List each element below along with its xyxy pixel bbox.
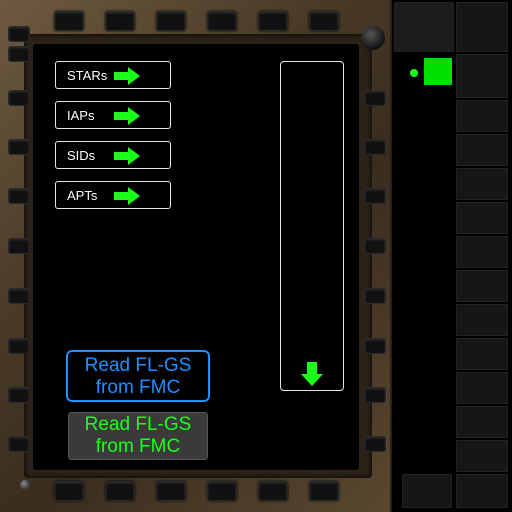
status-led bbox=[410, 69, 418, 77]
side-key-r12[interactable] bbox=[456, 440, 508, 472]
read-fl-gs-button-inactive[interactable]: Read FL-GS from FMC bbox=[68, 412, 208, 460]
left-side-key-top-2[interactable] bbox=[8, 46, 30, 62]
side-key-r8[interactable] bbox=[456, 304, 508, 336]
bottom-bezel-key-5[interactable] bbox=[258, 481, 288, 501]
right-side-key-2[interactable] bbox=[364, 139, 386, 155]
left-side-key-4[interactable] bbox=[8, 238, 30, 254]
bezel-screw bbox=[20, 480, 30, 490]
down-arrow-icon[interactable] bbox=[301, 362, 323, 386]
sids-button[interactable]: SIDs bbox=[55, 141, 171, 169]
bottom-bezel-key-3[interactable] bbox=[156, 481, 186, 501]
top-bezel-key-5[interactable] bbox=[258, 11, 288, 31]
side-key-bottom-left[interactable] bbox=[402, 474, 452, 508]
right-side-key-7[interactable] bbox=[364, 387, 386, 403]
side-key-r4[interactable] bbox=[456, 168, 508, 200]
top-bezel-key-2[interactable] bbox=[105, 11, 135, 31]
side-key-r3[interactable] bbox=[456, 134, 508, 166]
right-side-key-1[interactable] bbox=[364, 90, 386, 106]
left-side-key-7[interactable] bbox=[8, 387, 30, 403]
right-side-key-6[interactable] bbox=[364, 338, 386, 354]
right-side-key-5[interactable] bbox=[364, 288, 386, 304]
brightness-knob[interactable] bbox=[361, 26, 385, 50]
side-key-r6[interactable] bbox=[456, 236, 508, 268]
sids-label: SIDs bbox=[67, 147, 96, 163]
side-key-r10[interactable] bbox=[456, 372, 508, 404]
side-key-r5[interactable] bbox=[456, 202, 508, 234]
bottom-bezel-key-1[interactable] bbox=[54, 481, 84, 501]
side-key-large-1[interactable] bbox=[394, 2, 454, 52]
bottom-bezel-key-2[interactable] bbox=[105, 481, 135, 501]
top-bezel-key-4[interactable] bbox=[207, 11, 237, 31]
left-side-key-5[interactable] bbox=[8, 288, 30, 304]
side-key-r7[interactable] bbox=[456, 270, 508, 302]
bottom-bezel-key-4[interactable] bbox=[207, 481, 237, 501]
left-side-key-1[interactable] bbox=[8, 90, 30, 106]
apts-button[interactable]: APTs bbox=[55, 181, 171, 209]
side-key-r9[interactable] bbox=[456, 338, 508, 370]
right-arrow-icon bbox=[114, 187, 140, 205]
side-key-r11[interactable] bbox=[456, 406, 508, 438]
right-arrow-icon bbox=[114, 147, 140, 165]
right-arrow-icon bbox=[114, 107, 140, 125]
apts-label: APTs bbox=[67, 187, 98, 203]
left-side-key-top-1[interactable] bbox=[8, 26, 30, 42]
active-indicator[interactable] bbox=[424, 58, 452, 85]
left-side-key-6[interactable] bbox=[8, 338, 30, 354]
left-side-key-2[interactable] bbox=[8, 139, 30, 155]
right-side-key-8[interactable] bbox=[364, 436, 386, 452]
right-side-key-4[interactable] bbox=[364, 238, 386, 254]
left-side-key-8[interactable] bbox=[8, 436, 30, 452]
right-side-key-3[interactable] bbox=[364, 188, 386, 204]
left-side-key-3[interactable] bbox=[8, 188, 30, 204]
iaps-label: IAPs bbox=[67, 107, 95, 123]
top-bezel-key-3[interactable] bbox=[156, 11, 186, 31]
side-key-panel bbox=[392, 0, 512, 512]
side-key-r2[interactable] bbox=[456, 100, 508, 132]
stars-label: STARs bbox=[67, 67, 108, 83]
stars-button[interactable]: STARs bbox=[55, 61, 171, 89]
side-key-large-2[interactable] bbox=[456, 2, 508, 52]
bottom-bezel-key-6[interactable] bbox=[309, 481, 339, 501]
side-key-r13[interactable] bbox=[456, 474, 508, 508]
top-bezel-key-6[interactable] bbox=[309, 11, 339, 31]
side-key-r1[interactable] bbox=[456, 54, 508, 98]
top-bezel-key-1[interactable] bbox=[54, 11, 84, 31]
read-fl-gs-button[interactable]: Read FL-GS from FMC bbox=[66, 350, 210, 402]
procedure-list-panel[interactable] bbox=[280, 61, 344, 391]
iaps-button[interactable]: IAPs bbox=[55, 101, 171, 129]
right-arrow-icon bbox=[114, 67, 140, 85]
